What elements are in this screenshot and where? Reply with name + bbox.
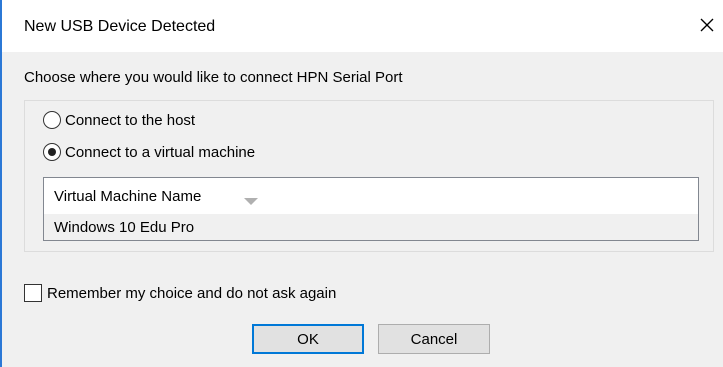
radio-button-host[interactable]	[43, 111, 61, 129]
cancel-button[interactable]: Cancel	[378, 324, 490, 354]
vm-list-item-label: Windows 10 Edu Pro	[54, 219, 195, 236]
connection-options-group: Connect to the host Connect to a virtual…	[24, 100, 714, 252]
radio-label-host: Connect to the host	[65, 111, 196, 129]
radio-label-vm: Connect to a virtual machine	[65, 143, 256, 161]
usb-dialog-window: New USB Device Detected Choose where you…	[0, 0, 723, 367]
title-bar: New USB Device Detected	[2, 0, 723, 52]
dialog-content: Choose where you would like to connect H…	[2, 52, 723, 367]
radio-connect-host[interactable]: Connect to the host	[43, 111, 195, 129]
instruction-text: Choose where you would like to connect H…	[24, 69, 403, 86]
remember-choice-checkbox[interactable]	[24, 284, 42, 302]
ok-button[interactable]: OK	[252, 324, 364, 354]
remember-choice-label: Remember my choice and do not ask again	[47, 284, 337, 302]
vm-list-column-header[interactable]: Virtual Machine Name	[44, 178, 698, 214]
remember-choice-row[interactable]: Remember my choice and do not ask again	[24, 284, 336, 302]
vm-list-item[interactable]: Windows 10 Edu Pro	[44, 214, 698, 240]
radio-connect-vm[interactable]: Connect to a virtual machine	[43, 143, 255, 161]
vm-list[interactable]: Virtual Machine Name Windows 10 Edu Pro	[43, 177, 699, 241]
window-title: New USB Device Detected	[24, 18, 216, 35]
column-header-label: Virtual Machine Name	[54, 188, 202, 205]
close-icon[interactable]	[694, 12, 720, 38]
radio-button-vm[interactable]	[43, 143, 61, 161]
sort-down-icon	[244, 193, 258, 205]
